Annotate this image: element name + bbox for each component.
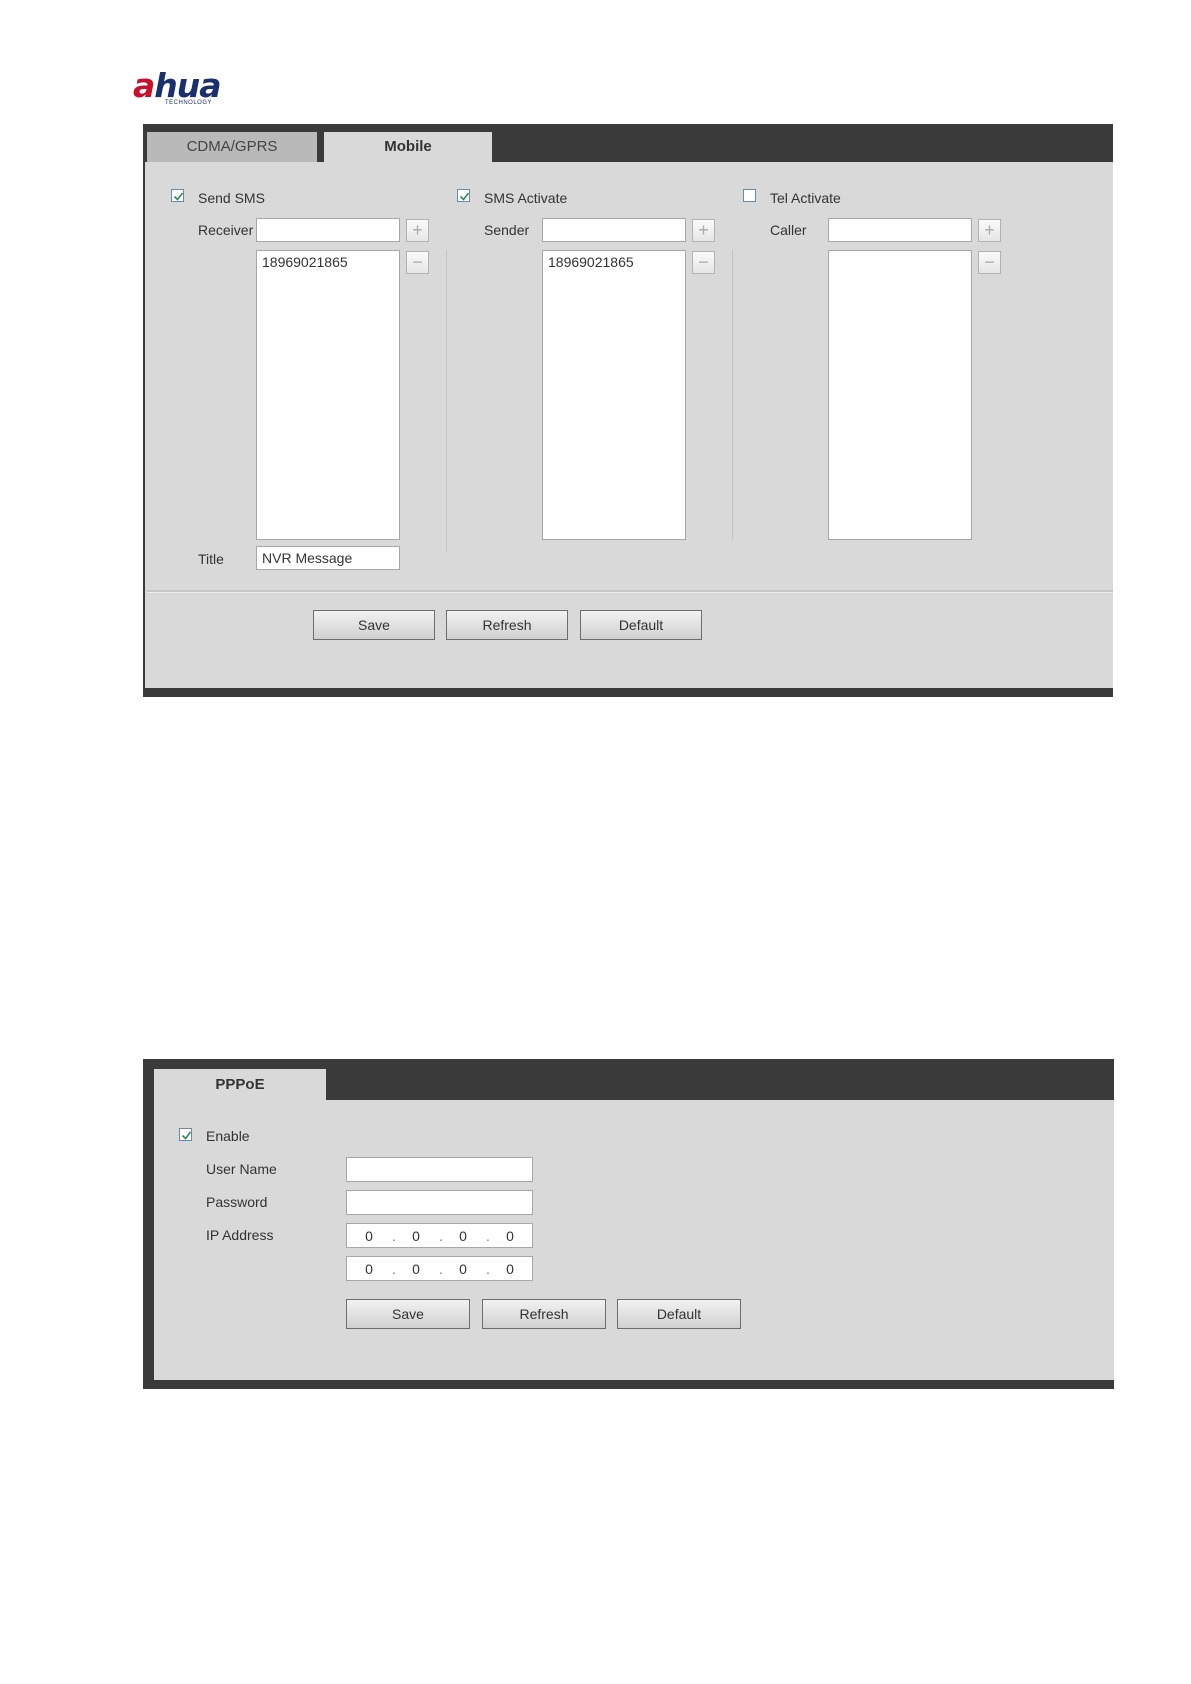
caller-add-button[interactable]: + xyxy=(978,219,1001,242)
receiver-add-button[interactable]: + xyxy=(406,219,429,242)
sender-input[interactable] xyxy=(542,218,686,242)
password-input[interactable] xyxy=(346,1190,533,1215)
column-divider xyxy=(732,250,733,540)
ip-octet[interactable]: 0 xyxy=(456,1228,470,1244)
pppoe-refresh-button[interactable]: Refresh xyxy=(482,1299,606,1329)
sender-add-button[interactable]: + xyxy=(692,219,715,242)
plus-icon: + xyxy=(412,220,423,240)
ip-address-field[interactable]: 0 . 0 . 0 . 0 xyxy=(346,1223,533,1248)
password-label: Password xyxy=(206,1194,268,1210)
pppoe-default-button[interactable]: Default xyxy=(617,1299,741,1329)
ip-dot: . xyxy=(486,1228,490,1244)
ip-octet[interactable]: 0 xyxy=(362,1261,376,1277)
sms-activate-label: SMS Activate xyxy=(484,190,568,206)
caller-input[interactable] xyxy=(828,218,972,242)
receiver-input[interactable] xyxy=(256,218,400,242)
ip-dot: . xyxy=(439,1228,443,1244)
plus-icon: + xyxy=(984,220,995,240)
tab-mobile[interactable]: Mobile xyxy=(324,132,492,162)
ip-octet[interactable]: 0 xyxy=(362,1228,376,1244)
title-input[interactable]: NVR Message xyxy=(256,546,400,570)
default-button[interactable]: Default xyxy=(580,610,702,640)
send-sms-checkbox[interactable] xyxy=(171,189,184,202)
save-button[interactable]: Save xyxy=(313,610,435,640)
checkmark-icon xyxy=(181,1131,192,1140)
refresh-button[interactable]: Refresh xyxy=(446,610,568,640)
ip-octet[interactable]: 0 xyxy=(409,1261,423,1277)
dahua-logo: ahua TECHNOLOGY xyxy=(133,66,263,112)
ip-dot: . xyxy=(392,1228,396,1244)
tab-cdma-gprs[interactable]: CDMA/GPRS xyxy=(147,132,317,162)
sender-label: Sender xyxy=(484,222,530,238)
caller-remove-button[interactable]: − xyxy=(978,251,1001,274)
sender-remove-button[interactable]: − xyxy=(692,251,715,274)
minus-icon: − xyxy=(984,252,995,272)
minus-icon: − xyxy=(698,252,709,272)
receiver-label: Receiver xyxy=(198,222,254,238)
ip-address-label: IP Address xyxy=(206,1227,274,1243)
tel-activate-label: Tel Activate xyxy=(770,190,841,206)
ip-octet[interactable]: 0 xyxy=(503,1261,517,1277)
checkmark-icon xyxy=(459,192,470,201)
pppoe-panel xyxy=(154,1100,1114,1380)
checkmark-icon xyxy=(173,192,184,201)
sender-list[interactable]: 18969021865 xyxy=(542,250,686,540)
ip-octet[interactable]: 0 xyxy=(456,1261,470,1277)
enable-checkbox[interactable] xyxy=(179,1128,192,1141)
logo-subtitle: TECHNOLOGY xyxy=(165,100,213,106)
username-input[interactable] xyxy=(346,1157,533,1182)
title-label: Title xyxy=(198,551,224,567)
tel-activate-checkbox[interactable] xyxy=(743,189,756,202)
ip-dot: . xyxy=(439,1261,443,1277)
ip-address-field-secondary[interactable]: 0 . 0 . 0 . 0 xyxy=(346,1256,533,1281)
ip-dot: . xyxy=(392,1261,396,1277)
tab-pppoe[interactable]: PPPoE xyxy=(154,1069,326,1101)
enable-label: Enable xyxy=(206,1128,250,1144)
ip-dot: . xyxy=(486,1261,490,1277)
caller-label: Caller xyxy=(770,222,807,238)
plus-icon: + xyxy=(698,220,709,240)
minus-icon: − xyxy=(412,252,423,272)
send-sms-label: Send SMS xyxy=(198,190,265,206)
sms-activate-checkbox[interactable] xyxy=(457,189,470,202)
column-divider xyxy=(446,250,447,552)
list-item[interactable]: 18969021865 xyxy=(257,251,399,273)
pppoe-save-button[interactable]: Save xyxy=(346,1299,470,1329)
panel-divider xyxy=(147,590,1113,593)
receiver-list[interactable]: 18969021865 xyxy=(256,250,400,540)
ip-octet[interactable]: 0 xyxy=(409,1228,423,1244)
ip-octet[interactable]: 0 xyxy=(503,1228,517,1244)
caller-list[interactable] xyxy=(828,250,972,540)
receiver-remove-button[interactable]: − xyxy=(406,251,429,274)
username-label: User Name xyxy=(206,1161,277,1177)
list-item[interactable]: 18969021865 xyxy=(543,251,685,273)
